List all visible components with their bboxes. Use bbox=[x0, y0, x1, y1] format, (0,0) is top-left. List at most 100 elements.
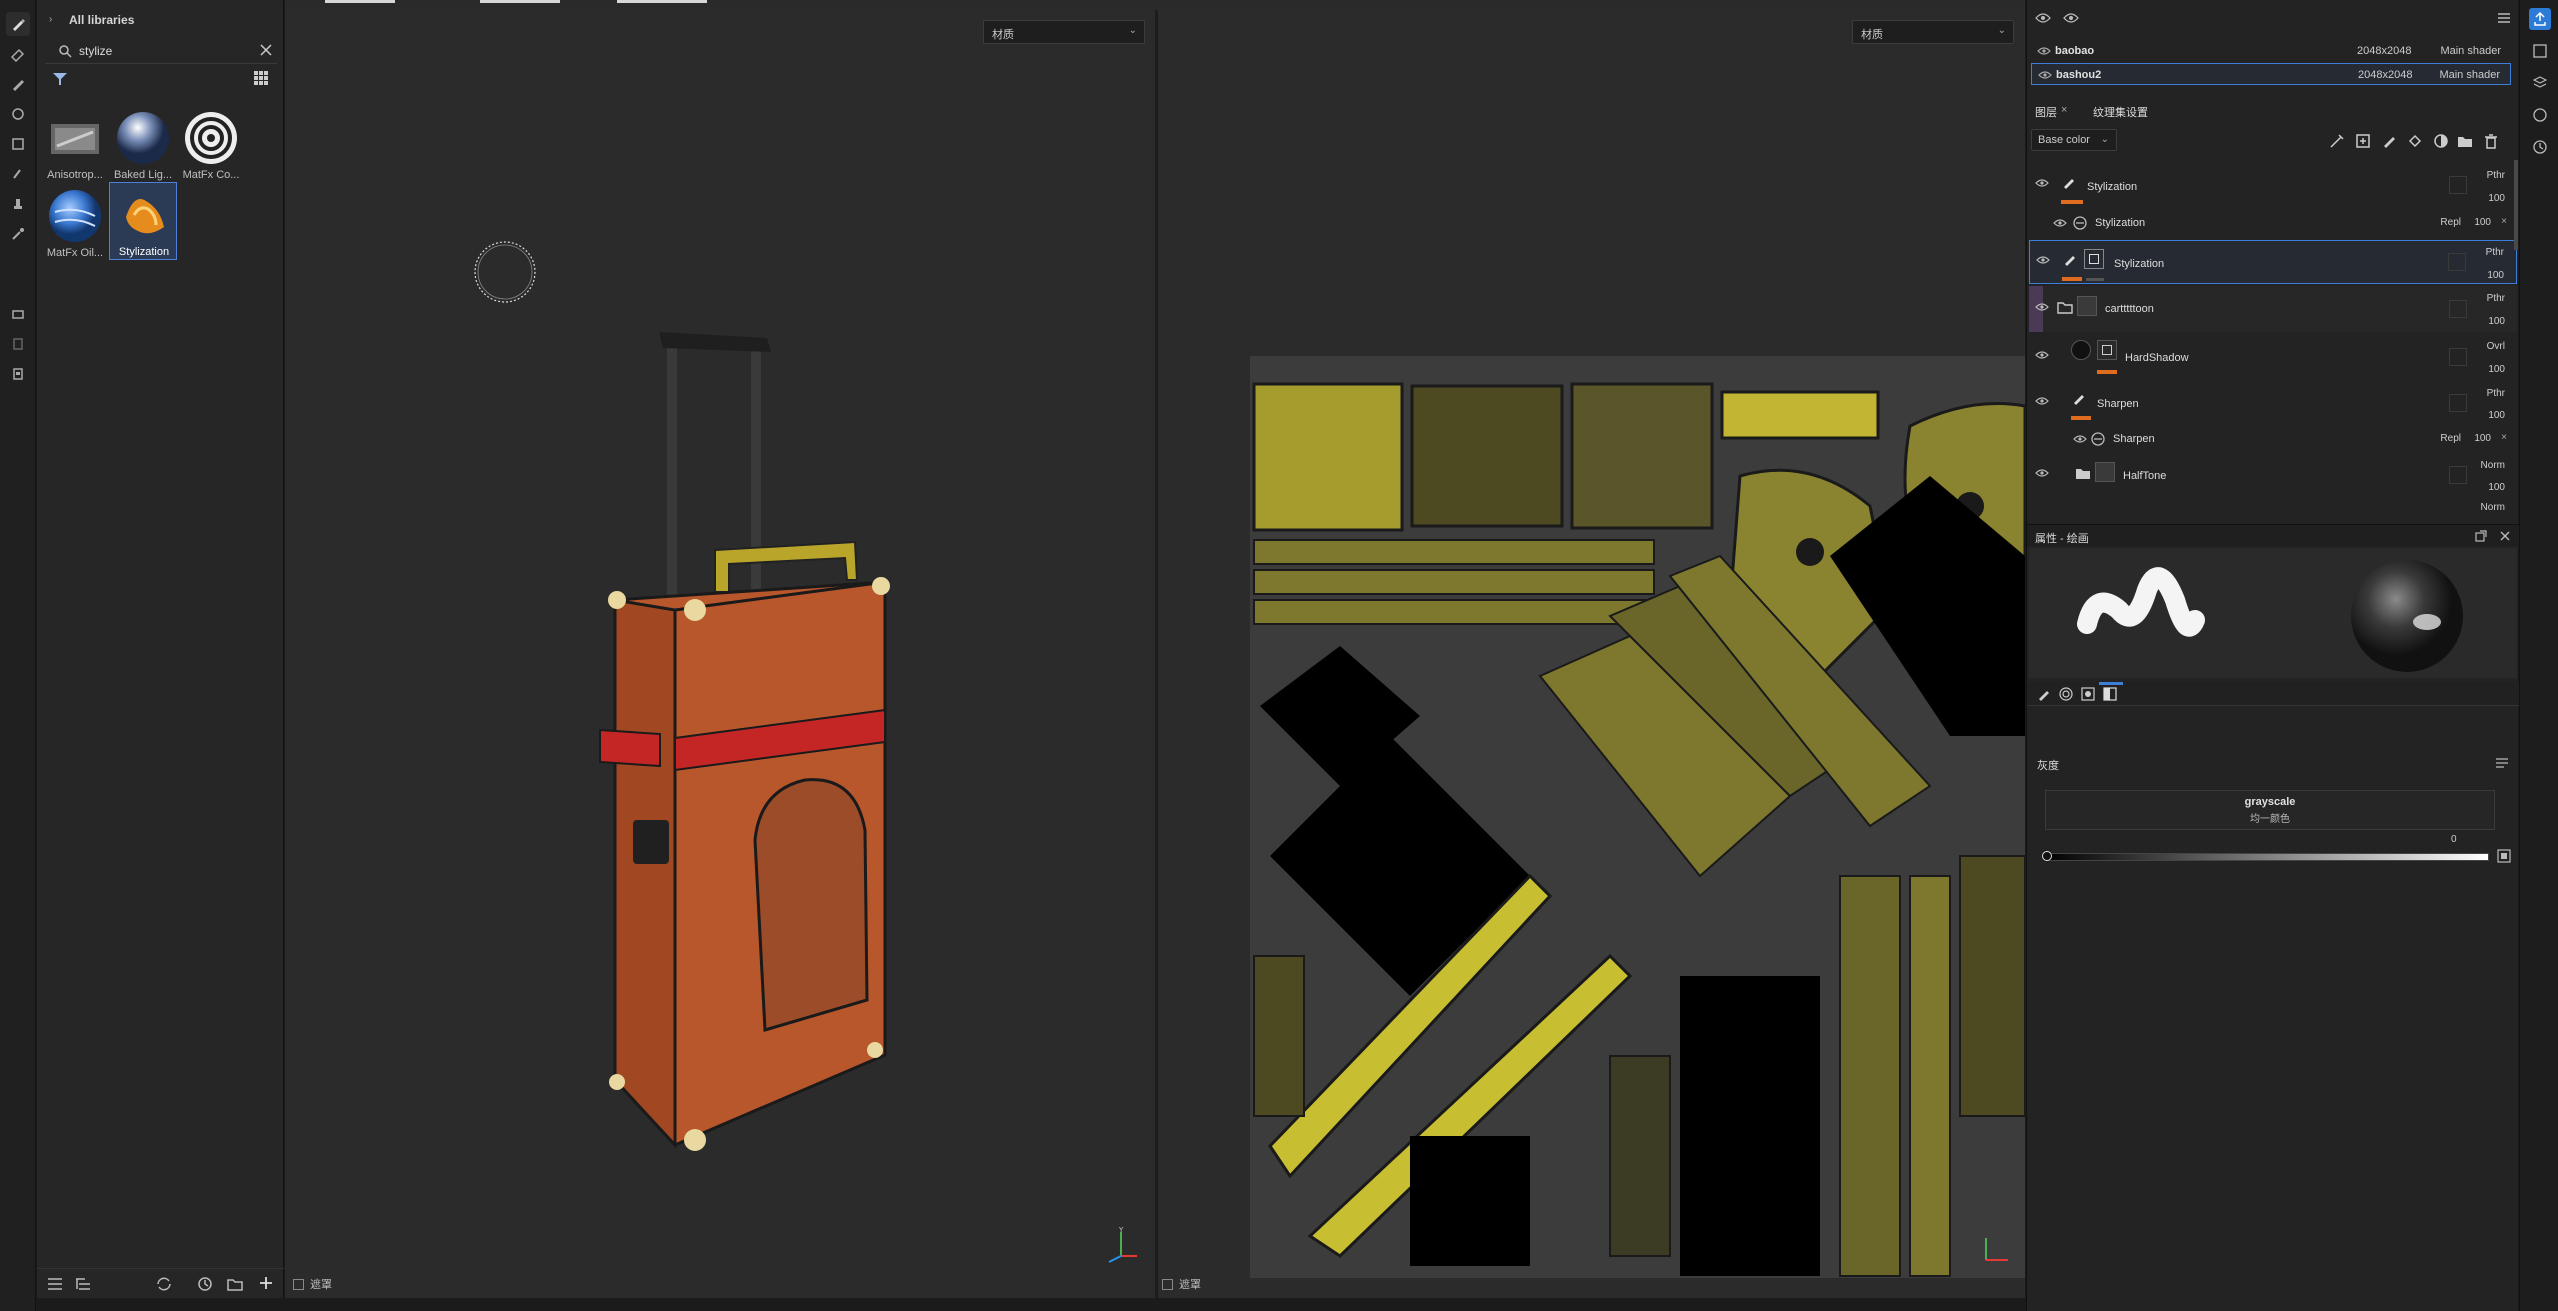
slider-flow[interactable] bbox=[480, 0, 560, 3]
layer-mask-slot[interactable] bbox=[2449, 466, 2467, 484]
layer-folder-row[interactable]: HalfTone Norm 100 bbox=[2029, 454, 2517, 498]
close-icon[interactable]: × bbox=[2501, 432, 2507, 443]
menu-icon[interactable] bbox=[2497, 12, 2511, 24]
chevron-right-icon[interactable]: › bbox=[49, 14, 52, 25]
measure-icon[interactable] bbox=[6, 332, 30, 356]
layer-row[interactable]: Sharpen Pthr 100 bbox=[2029, 382, 2517, 426]
geometry-mask-icon[interactable] bbox=[6, 132, 30, 156]
color-picker-icon[interactable] bbox=[6, 222, 30, 246]
layer-mask-thumbnail[interactable] bbox=[2097, 340, 2117, 360]
shelf-item-anisotropic[interactable]: Anisotrop... bbox=[41, 106, 109, 184]
layer-mask-slot[interactable] bbox=[2449, 176, 2467, 194]
eye-icon[interactable] bbox=[2035, 350, 2049, 360]
layer-mask-slot[interactable] bbox=[2449, 300, 2467, 318]
slider-stroke-opacity[interactable] bbox=[617, 0, 707, 3]
eye-icon[interactable] bbox=[2035, 468, 2049, 478]
environment-icon[interactable] bbox=[2529, 104, 2551, 126]
brush-settings-icon[interactable] bbox=[2037, 687, 2051, 701]
layer-effect-row[interactable]: Stylization Repl 100 × bbox=[2029, 208, 2517, 238]
slider-handle[interactable] bbox=[2042, 851, 2052, 861]
shelf-item-baked-light[interactable]: Baked Lig... bbox=[109, 106, 177, 184]
layer-mask-slot[interactable] bbox=[2449, 348, 2467, 366]
eraser-icon[interactable] bbox=[6, 42, 30, 66]
grid-view-icon[interactable] bbox=[253, 70, 269, 86]
layer-row[interactable]: Stylization Pthr 100 bbox=[2029, 164, 2517, 208]
folder-icon[interactable] bbox=[2075, 466, 2091, 480]
channel-dropdown[interactable]: Base color ⌄ bbox=[2031, 129, 2117, 151]
layers-scrollbar[interactable] bbox=[2514, 160, 2518, 250]
tab-layers[interactable]: 图层 bbox=[2035, 104, 2057, 120]
layer-folder-row[interactable]: cartttttoon Pthr 100 bbox=[2029, 286, 2517, 332]
delete-icon[interactable] bbox=[2483, 133, 2499, 149]
list-view-icon[interactable] bbox=[47, 1277, 63, 1291]
material-tab-icon[interactable] bbox=[2103, 687, 2117, 701]
layer-mask-thumbnail[interactable] bbox=[2084, 249, 2104, 269]
auto-mask-icon[interactable] bbox=[2329, 133, 2345, 149]
texture-set-icon[interactable] bbox=[2529, 40, 2551, 62]
layers-icon[interactable] bbox=[2529, 72, 2551, 94]
folder-icon[interactable] bbox=[2457, 133, 2473, 149]
viewport-2d[interactable]: 材质 ⌄ 遮罩 bbox=[1158, 10, 2025, 1298]
viewport-3d[interactable]: 材质 ⌄ Y 遮罩 bbox=[285, 10, 1155, 1298]
close-icon[interactable] bbox=[260, 44, 272, 56]
mask-icon[interactable] bbox=[2433, 133, 2449, 149]
eye-icon[interactable] bbox=[2037, 46, 2051, 56]
layer-row[interactable]: HardShadow Ovrl 100 bbox=[2029, 334, 2517, 380]
projection-icon[interactable] bbox=[6, 102, 30, 126]
texture-set-row[interactable]: baobao 2048x2048 Main shader bbox=[2031, 40, 2511, 62]
library-breadcrumb[interactable]: All libraries bbox=[69, 13, 134, 27]
close-icon[interactable]: × bbox=[2501, 216, 2507, 227]
refresh-icon[interactable] bbox=[155, 1276, 173, 1292]
texture-set-row[interactable]: bashou2 2048x2048 Main shader bbox=[2031, 63, 2511, 85]
paint-layer-icon[interactable] bbox=[2381, 133, 2397, 149]
search-input[interactable]: stylize bbox=[79, 44, 112, 58]
folder-open-icon[interactable] bbox=[2057, 300, 2073, 314]
eye-icon[interactable] bbox=[2035, 396, 2049, 406]
shelf-item-stylization[interactable]: Stylization bbox=[109, 182, 177, 260]
undock-icon[interactable] bbox=[2475, 530, 2487, 542]
fill-layer-icon[interactable] bbox=[2407, 133, 2423, 149]
shelf-item-matfx-oil[interactable]: MatFx Oil... bbox=[41, 184, 109, 262]
tab-texture-set-settings[interactable]: 纹理集设置 bbox=[2093, 104, 2148, 120]
section-menu-icon[interactable] bbox=[2495, 757, 2509, 769]
pen-icon[interactable] bbox=[6, 72, 30, 96]
mask-checkbox-2d[interactable] bbox=[1162, 1278, 1173, 1290]
paint-brush-icon[interactable] bbox=[6, 12, 30, 36]
bake-icon[interactable] bbox=[6, 302, 30, 326]
eye-icon[interactable] bbox=[2038, 70, 2052, 80]
shelf-item-matfx-contour[interactable]: MatFx Co... bbox=[177, 106, 245, 184]
clone-stamp-icon[interactable] bbox=[6, 192, 30, 216]
layer-mask-slot[interactable] bbox=[2449, 394, 2467, 412]
layer-effect-row[interactable]: Sharpen Repl 100 × bbox=[2029, 426, 2517, 452]
eye-icon[interactable] bbox=[2073, 434, 2087, 444]
add-effect-icon[interactable] bbox=[2355, 133, 2371, 149]
layer-row-partial[interactable]: Norm bbox=[2029, 500, 2517, 516]
history-icon[interactable] bbox=[197, 1276, 213, 1292]
eye-icon[interactable] bbox=[2035, 178, 2049, 188]
alpha-icon[interactable] bbox=[2059, 687, 2073, 701]
eye-icon[interactable] bbox=[2053, 218, 2067, 228]
smudge-icon[interactable] bbox=[6, 162, 30, 186]
slider-size[interactable] bbox=[325, 0, 395, 3]
close-icon[interactable]: × bbox=[2061, 104, 2067, 116]
grayscale-resource-button[interactable]: grayscale 均一颜色 bbox=[2045, 790, 2495, 830]
layer-row-selected[interactable]: Stylization Pthr 100 bbox=[2029, 240, 2517, 284]
stencil-icon[interactable] bbox=[2081, 687, 2095, 701]
add-icon[interactable] bbox=[259, 1276, 273, 1290]
eye-icon[interactable] bbox=[2036, 255, 2050, 265]
folder-icon[interactable] bbox=[227, 1276, 243, 1292]
eye-toggle-icon[interactable] bbox=[2035, 12, 2051, 24]
grayscale-slider[interactable] bbox=[2045, 853, 2489, 861]
material-dropdown-3d[interactable]: 材质 ⌄ bbox=[983, 20, 1145, 44]
mask-checkbox-3d[interactable] bbox=[293, 1278, 304, 1290]
material-dropdown-2d[interactable]: 材质 ⌄ bbox=[1852, 20, 2014, 44]
close-icon[interactable] bbox=[2499, 530, 2511, 542]
tree-view-icon[interactable] bbox=[75, 1277, 91, 1291]
random-seed-icon[interactable] bbox=[2497, 849, 2511, 863]
export-icon[interactable] bbox=[2529, 8, 2551, 30]
sheet-icon[interactable] bbox=[6, 362, 30, 386]
history-icon[interactable] bbox=[2529, 136, 2551, 158]
eye-icon[interactable] bbox=[2035, 302, 2049, 312]
eye-icon[interactable] bbox=[2063, 12, 2079, 24]
filter-icon[interactable] bbox=[52, 72, 68, 86]
